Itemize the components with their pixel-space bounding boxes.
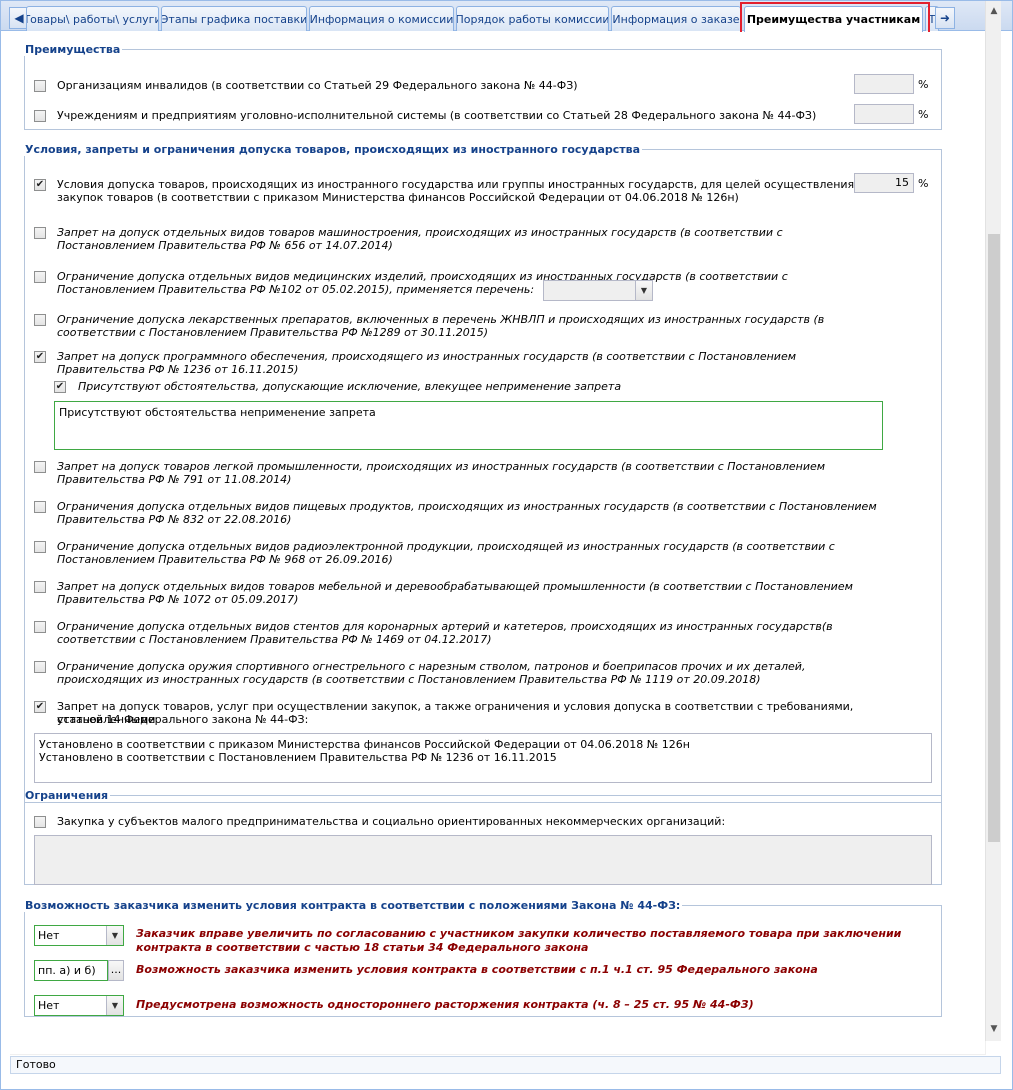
smp-label: Закупка у субъектов малого предпринимате… (57, 815, 726, 828)
chevron-down-icon[interactable]: ▼ (106, 996, 123, 1015)
restrictions-fieldset: Ограничения Закупка у субъектов малого п… (24, 789, 942, 885)
weapons-label-2: происходящих из иностранных государств (… (57, 673, 761, 686)
advantages-legend: Преимущества (25, 43, 121, 56)
stents-checkbox[interactable] (34, 621, 46, 633)
contract-change-conditions-field[interactable]: пп. а) и б) (34, 960, 108, 981)
scroll-up-icon[interactable]: ▲ (986, 3, 1002, 19)
tab-order-info[interactable]: Информация о заказе (611, 6, 741, 31)
scroll-down-icon[interactable]: ▼ (986, 1021, 1002, 1037)
penal-system-label: Учреждениям и предприятиям уголовно-испо… (57, 109, 817, 122)
foreign-goods-percent-input[interactable]: 15 (854, 173, 914, 193)
tab-delivery-schedule[interactable]: Этапы графика поставки (161, 6, 307, 31)
software-ban-checkbox[interactable]: ✔ (34, 351, 46, 363)
tab-scroll-right-button[interactable]: ➜ (935, 7, 955, 29)
medicines-label-1: Ограничение допуска лекарственных препар… (57, 313, 825, 326)
quantity-increase-select[interactable]: Нет ▼ (34, 925, 124, 946)
medicines-checkbox[interactable] (34, 314, 46, 326)
article14-label-2: статьей 14 Федерального закона № 44-ФЗ: (57, 713, 309, 726)
medical-devices-checkbox[interactable] (34, 271, 46, 283)
foreign-goods-conditions-checkbox[interactable]: ✔ (34, 179, 46, 191)
restrictions-legend: Ограничения (25, 789, 109, 802)
foreign-goods-conditions-label-1: Условия допуска товаров, происходящих из… (57, 178, 855, 191)
article14-textarea[interactable]: Установлено в соответствии с приказом Ми… (34, 733, 932, 783)
smp-textarea[interactable] (34, 835, 932, 885)
stents-label-2: соответствии с Постановлением Правительс… (57, 633, 492, 646)
weapons-checkbox[interactable] (34, 661, 46, 673)
machinery-ban-label-2: Постановлением Правительства РФ № 656 от… (57, 239, 393, 252)
article14-text-line-1: Установлено в соответствии с приказом Ми… (39, 738, 690, 751)
checkmark-icon: ✔ (35, 701, 45, 712)
software-exception-textarea[interactable]: Присутствуют обстоятельства неприменение… (54, 401, 883, 450)
tab-commission-procedure[interactable]: Порядок работы комиссии (456, 6, 609, 31)
furniture-label-2: Правительства РФ № 1072 от 05.09.2017) (57, 593, 299, 606)
conditions-fieldset: Условия, запреты и ограничения допуска т… (24, 143, 942, 803)
percent-sign: % (918, 78, 929, 91)
unilateral-termination-label: Предусмотрена возможность одностороннего… (136, 998, 754, 1011)
software-exception-label: Присутствуют обстоятельства, допускающие… (78, 380, 622, 393)
contract-change-fieldset: Возможность заказчика изменить условия к… (24, 899, 942, 1017)
unilateral-termination-select[interactable]: Нет ▼ (34, 995, 124, 1016)
article14-checkbox[interactable]: ✔ (34, 701, 46, 713)
medical-devices-label-2: Постановлением Правительства РФ №102 от … (57, 283, 535, 296)
chevron-down-icon[interactable]: ▼ (635, 281, 652, 300)
tab-goods[interactable]: Товары\ работы\ услуги (26, 6, 159, 31)
disabled-orgs-percent-input[interactable] (854, 74, 914, 94)
food-products-checkbox[interactable] (34, 501, 46, 513)
quantity-increase-label-2: контракта в соответствии с частью 18 ста… (136, 941, 589, 954)
machinery-ban-label-1: Запрет на допуск отдельных видов товаров… (57, 226, 783, 239)
contract-change-conditions-label: Возможность заказчика изменить условия к… (136, 963, 818, 976)
advantages-fieldset: Преимущества Организациям инвалидов (в с… (24, 43, 942, 130)
quantity-increase-label-1: Заказчик вправе увеличить по согласовани… (136, 927, 902, 940)
checkmark-icon: ✔ (55, 381, 65, 392)
conditions-legend: Условия, запреты и ограничения допуска т… (25, 143, 641, 156)
penal-system-percent-input[interactable] (854, 104, 914, 124)
food-products-label-2: Правительства РФ № 832 от 22.08.2016) (57, 513, 292, 526)
disabled-orgs-checkbox[interactable] (34, 80, 46, 92)
weapons-label-1: Ограничение допуска оружия спортивного о… (57, 660, 806, 673)
arrow-right-icon: ➜ (939, 11, 951, 25)
disabled-orgs-label: Организациям инвалидов (в соответствии с… (57, 79, 578, 92)
contract-change-legend: Возможность заказчика изменить условия к… (25, 899, 681, 912)
medical-devices-label-1: Ограничение допуска отдельных видов меди… (57, 270, 788, 283)
radioelectronics-label-1: Ограничение допуска отдельных видов ради… (57, 540, 835, 553)
vertical-scrollbar[interactable]: ▲ ▼ (985, 1, 1001, 1041)
furniture-label-1: Запрет на допуск отдельных видов товаров… (57, 580, 853, 593)
food-products-label-1: Ограничения допуска отдельных видов пище… (57, 500, 877, 513)
scroll-thumb[interactable] (988, 234, 1000, 842)
radioelectronics-label-2: Постановлением Правительства РФ № 968 от… (57, 553, 393, 566)
foreign-goods-conditions-label-2: закупок товаров (в соответствии с приказ… (57, 191, 739, 204)
medicines-label-2: соответствии с Постановлением Правительс… (57, 326, 489, 339)
chevron-down-icon[interactable]: ▼ (106, 926, 123, 945)
tab-commission-info[interactable]: Информация о комиссии (309, 6, 454, 31)
software-exception-checkbox[interactable]: ✔ (54, 381, 66, 393)
smp-checkbox[interactable] (34, 816, 46, 828)
software-ban-label-2: Правительства РФ № 1236 от 16.11.2015) (57, 363, 299, 376)
arrow-left-icon: ◀ (14, 11, 24, 25)
status-bar: Готово (10, 1056, 1001, 1074)
contract-change-conditions-button[interactable]: ... (108, 960, 124, 981)
stents-label-1: Ограничение допуска отдельных видов стен… (57, 620, 833, 633)
checkmark-icon: ✔ (35, 179, 45, 190)
percent-sign: % (918, 108, 929, 121)
furniture-checkbox[interactable] (34, 581, 46, 593)
radioelectronics-checkbox[interactable] (34, 541, 46, 553)
light-industry-label-1: Запрет на допуск товаров легкой промышле… (57, 460, 826, 473)
medical-devices-list-select[interactable]: ▼ (543, 280, 653, 301)
percent-sign: % (918, 177, 929, 190)
checkmark-icon: ✔ (35, 351, 45, 362)
light-industry-label-2: Правительства РФ № 791 от 11.08.2014) (57, 473, 292, 486)
penal-system-checkbox[interactable] (34, 110, 46, 122)
machinery-ban-checkbox[interactable] (34, 227, 46, 239)
software-ban-label-1: Запрет на допуск программного обеспечени… (57, 350, 797, 363)
light-industry-checkbox[interactable] (34, 461, 46, 473)
content-panel: Преимущества Организациям инвалидов (в с… (10, 32, 985, 1054)
article14-text-line-2: Установлено в соответствии с Постановлен… (39, 751, 557, 764)
window: ◀ Товары\ работы\ услуги Этапы графика п… (0, 0, 1013, 1090)
